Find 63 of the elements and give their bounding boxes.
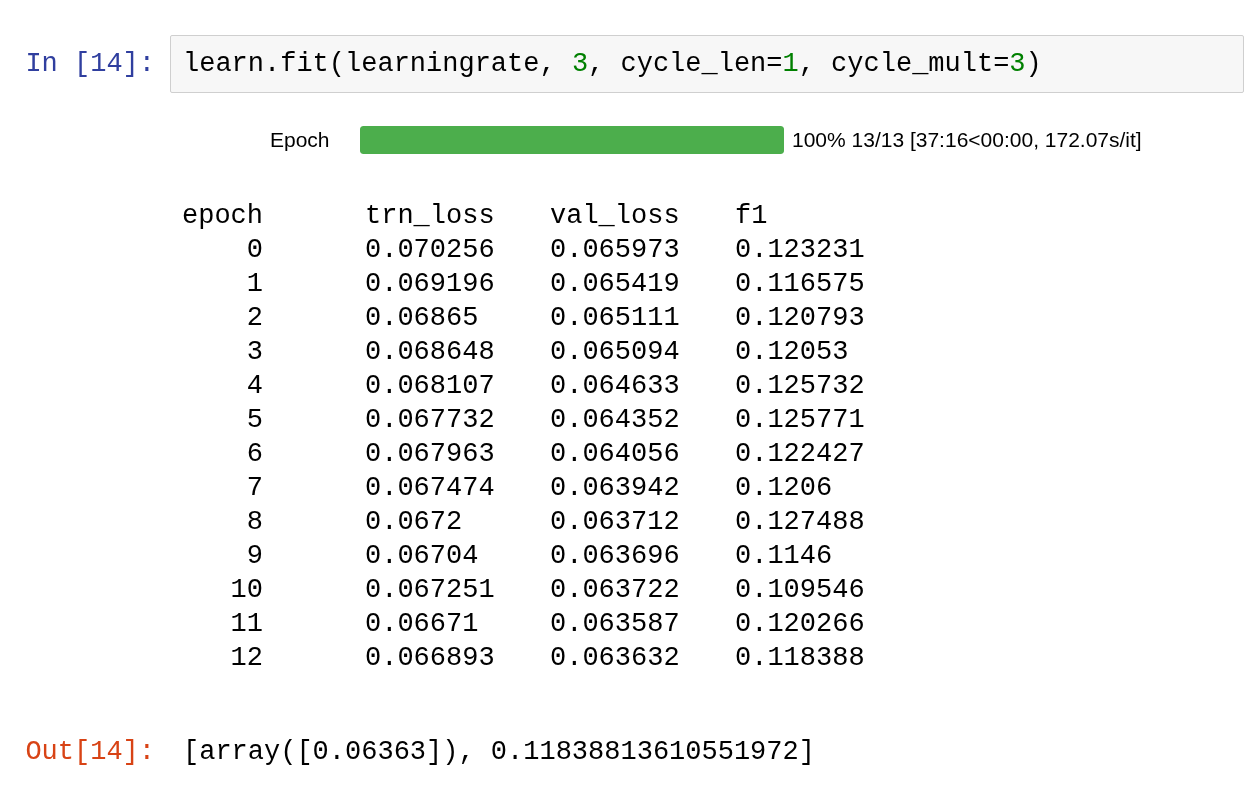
table-cell-text: 0.120793 — [735, 301, 866, 335]
table-cell-text: 0.063712 — [550, 505, 681, 539]
table-cell-text: 0.064633 — [550, 369, 681, 403]
table-cell-text: 0.122427 — [735, 437, 866, 471]
output-text: [array([0.06363]), 0.11838813610551972] — [182, 735, 815, 769]
table-cell-text: 0 — [245, 233, 264, 267]
table-cell-text: 0.065973 — [550, 233, 681, 267]
column-header: f1 — [735, 199, 769, 233]
column-header: trn_loss — [365, 199, 496, 233]
table-cell-text: 0.125771 — [735, 403, 866, 437]
progress-label: Epoch — [270, 127, 331, 153]
table-cell-text: 0.127488 — [735, 505, 866, 539]
table-cell-text: 11 — [229, 607, 264, 641]
table-cell-text: 0.0672 — [365, 505, 464, 539]
table-cell-text: 0.068107 — [365, 369, 496, 403]
table-cell-text: 0.063696 — [550, 539, 681, 573]
table-cell-text: 3 — [245, 335, 264, 369]
table-cell-text: 7 — [245, 471, 264, 505]
table-cell-text: 0.068648 — [365, 335, 496, 369]
code-cell[interactable]: learn.fit(learningrate, 3, cycle_len=1, cycle_mult=3) — [170, 35, 1244, 93]
table-cell-text: 0.064352 — [550, 403, 681, 437]
table-cell-text: 0.063632 — [550, 641, 681, 675]
table-cell-text: 0.063722 — [550, 573, 681, 607]
table-cell-text: 0.109546 — [735, 573, 866, 607]
code-line: learn.fit(learningrate, 3, cycle_len=1, cycle_mult=3) — [183, 47, 1042, 81]
table-cell-text: 0.063942 — [550, 471, 681, 505]
table-cell-text: 0.1146 — [735, 539, 834, 573]
input-prompt: In [14]: — [24, 47, 156, 81]
table-cell-text: 0.065111 — [550, 301, 681, 335]
table-cell-text: 0.06671 — [365, 607, 480, 641]
table-cell-text: 0.118388 — [735, 641, 866, 675]
table-cell-text: 0.123231 — [735, 233, 866, 267]
column-header: val_loss — [550, 199, 681, 233]
table-cell-text: 0.065419 — [550, 267, 681, 301]
table-cell-text: 0.120266 — [735, 607, 866, 641]
table-cell-text: 0.067251 — [365, 573, 496, 607]
table-cell-text: 0.067963 — [365, 437, 496, 471]
table-cell-text: 0.067732 — [365, 403, 496, 437]
table-cell-text: 0.067474 — [365, 471, 496, 505]
table-cell-text: 2 — [245, 301, 264, 335]
column-header: epoch — [181, 199, 264, 233]
table-cell-text: 4 — [245, 369, 264, 403]
table-cell-text: 8 — [245, 505, 264, 539]
table-cell-text: 0.1206 — [735, 471, 834, 505]
progress-status: 100% 13/13 [37:16<00:00, 172.07s/it] — [792, 127, 1142, 153]
table-cell-text: 0.069196 — [365, 267, 496, 301]
table-cell-text: 0.116575 — [735, 267, 866, 301]
table-cell-text: 5 — [245, 403, 264, 437]
table-cell-text: 0.12053 — [735, 335, 850, 369]
table-cell-text: 0.06865 — [365, 301, 480, 335]
table-cell-text: 9 — [245, 539, 264, 573]
output-prompt: Out[14]: — [24, 735, 156, 769]
table-cell-text: 0.065094 — [550, 335, 681, 369]
table-cell-text: 0.063587 — [550, 607, 681, 641]
table-cell-text: 0.125732 — [735, 369, 866, 403]
table-cell-text: 12 — [229, 641, 264, 675]
table-cell-text: 0.066893 — [365, 641, 496, 675]
table-cell-text: 0.064056 — [550, 437, 681, 471]
table-cell-text: 6 — [245, 437, 264, 471]
table-cell-text: 0.06704 — [365, 539, 480, 573]
table-cell-text: 10 — [229, 573, 264, 607]
table-cell-text: 0.070256 — [365, 233, 496, 267]
table-cell-text: 1 — [245, 267, 264, 301]
